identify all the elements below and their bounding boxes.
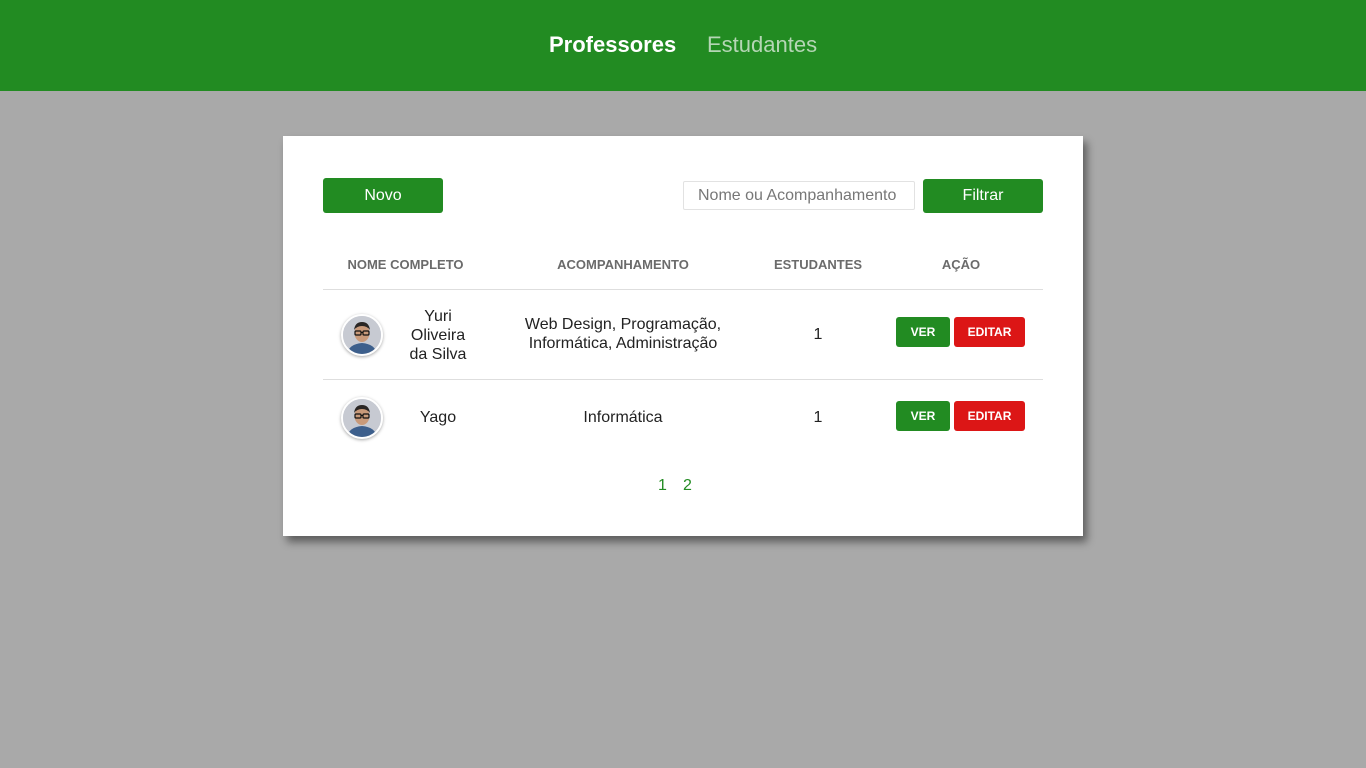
avatar <box>341 397 383 439</box>
page-link-1[interactable]: 1 <box>658 477 667 495</box>
professor-tracking: Informática <box>583 409 663 426</box>
search-input[interactable] <box>683 181 915 210</box>
avatar-photo-icon <box>343 399 381 437</box>
table-row: Yago Informática 1 VER EDITAR <box>323 380 1043 456</box>
professor-students-count: 1 <box>813 326 823 343</box>
avatar-photo-icon <box>343 316 381 354</box>
top-navbar: Professores Estudantes <box>0 0 1366 91</box>
view-button[interactable]: VER <box>896 401 950 431</box>
column-header-students: ESTUDANTES <box>773 257 863 272</box>
column-header-name: NOME COMPLETO <box>347 257 464 272</box>
filter-button[interactable]: Filtrar <box>923 179 1043 213</box>
professor-name: Yago <box>419 409 457 426</box>
edit-button[interactable]: EDITAR <box>954 401 1025 431</box>
page-link-2[interactable]: 2 <box>683 477 692 495</box>
professors-card: Novo Filtrar NOME COMPLETO ACOMPANHAMENT… <box>283 136 1083 536</box>
table-row: Yuri Oliveira da Silva Web Design, Progr… <box>323 290 1043 379</box>
column-header-tracking: ACOMPANHAMENTO <box>557 257 689 272</box>
avatar <box>341 314 383 356</box>
professor-students-count: 1 <box>813 409 823 426</box>
column-header-action: AÇÃO <box>941 257 981 272</box>
edit-button[interactable]: EDITAR <box>954 317 1025 347</box>
professor-tracking: Web Design, Programação, Informática, Ad… <box>524 316 722 352</box>
professor-name: Yuri Oliveira da Silva <box>409 308 467 363</box>
view-button[interactable]: VER <box>896 317 950 347</box>
new-button[interactable]: Novo <box>323 178 443 213</box>
nav-link-professores[interactable]: Professores <box>549 32 676 58</box>
nav-link-estudantes[interactable]: Estudantes <box>707 32 817 58</box>
